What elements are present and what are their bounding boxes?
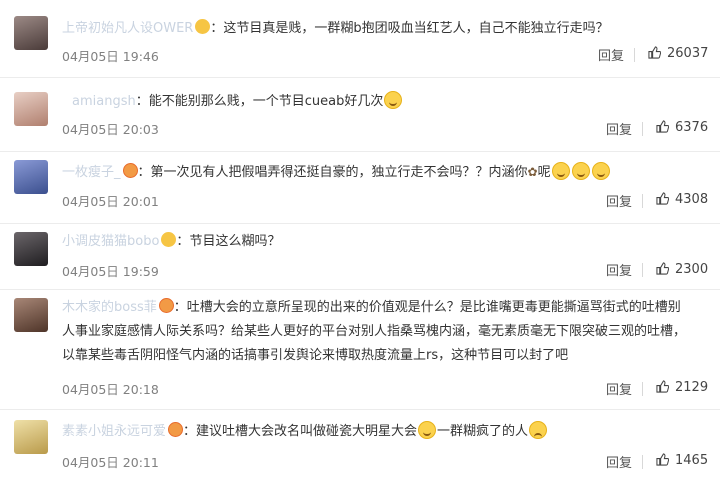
like-button[interactable]: 2300: [656, 262, 708, 277]
reply-button[interactable]: 回复: [606, 260, 632, 279]
comment-date: 04月05日 19:59: [62, 264, 159, 279]
comment-text: 建议吐槽大会改名叫做碰瓷大明星大会: [196, 424, 418, 439]
comment-date: 04月05日 20:03: [62, 122, 159, 137]
comment-body: amiangsh：能不能别那么贱，一个节目cueab好几次: [72, 90, 700, 114]
reply-button[interactable]: 回复: [606, 379, 632, 398]
comment-item: amiangsh：能不能别那么贱，一个节目cueab好几次 04月05日 20:…: [0, 78, 720, 152]
username-link[interactable]: amiangsh: [72, 94, 136, 109]
like-button[interactable]: 6376: [656, 120, 708, 135]
vip-badge-icon: [161, 232, 177, 247]
thumbs-up-icon: [656, 262, 669, 275]
like-button[interactable]: 2129: [656, 380, 708, 395]
reply-button[interactable]: 回复: [598, 45, 624, 64]
avatar[interactable]: [14, 92, 48, 126]
comment-body: 素素小姐永远可爱 ：建议吐槽大会改名叫做碰瓷大明星大会 一群糊疯了的人: [62, 420, 690, 444]
like-count: 2129: [675, 380, 709, 395]
like-button[interactable]: 4308: [656, 192, 708, 207]
comment-body: 木木家的boss菲 ：吐槽大会的立意所呈现的出来的价值观是什么？是比谁嘴更毒更能撕…: [62, 298, 687, 363]
comment-item: 素素小姐永远可爱 ：建议吐槽大会改名叫做碰瓷大明星大会 一群糊疯了的人 04月05日…: [0, 410, 720, 480]
divider: [642, 194, 643, 208]
thumbs-up-icon: [648, 46, 661, 59]
username-link[interactable]: 一枚瘦子_: [62, 165, 121, 180]
vip-badge-icon: [195, 19, 211, 34]
divider: [642, 263, 643, 277]
sad-icon: [529, 421, 548, 439]
heart-badge-icon: [122, 163, 138, 178]
avatar[interactable]: [14, 232, 48, 266]
comment-date: 04月05日 20:01: [62, 194, 159, 209]
username-link[interactable]: 小调皮猫猫bobo: [62, 234, 159, 249]
username-link[interactable]: 素素小姐永远可爱: [62, 424, 166, 439]
comment-item: 一枚瘦子_ ：第一次见有人把假唱弄得还挺自豪的，独立行走不会吗？？内涵你✿呢 04…: [0, 152, 720, 224]
reply-button[interactable]: 回复: [606, 191, 632, 210]
comment-date: 04月05日 20:18: [62, 382, 159, 397]
thumbs-up-icon: [656, 192, 669, 205]
divider: [642, 122, 643, 136]
comment-text-tail: 一群糊疯了的人: [437, 424, 529, 439]
comment-item: 上帝初始凡人设OWER ：这节目真是贱，一群糊b抱团吸血当红艺人，自己不能独立行走…: [0, 0, 720, 78]
comment-date: 04月05日 20:11: [62, 455, 159, 470]
reply-button[interactable]: 回复: [606, 119, 632, 138]
laugh-icon: [551, 162, 570, 180]
thumbs-up-icon: [656, 120, 669, 133]
divider: [634, 48, 635, 62]
comment-item: 木木家的boss菲 ：吐槽大会的立意所呈现的出来的价值观是什么？是比谁嘴更毒更能撕…: [0, 290, 720, 410]
avatar[interactable]: [14, 160, 48, 194]
like-count: 1465: [675, 453, 709, 468]
comment-text: 能不能别那么贱，一个节目cueab好几次: [148, 94, 384, 109]
laugh-icon: [571, 162, 590, 180]
thumbs-up-icon: [656, 380, 669, 393]
heart-badge-icon: [158, 298, 174, 313]
like-count: 6376: [675, 120, 709, 135]
heart-badge-icon: [168, 422, 184, 437]
reply-button[interactable]: 回复: [606, 452, 632, 471]
like-count: 26037: [667, 46, 709, 61]
comment-date: 04月05日 19:46: [62, 49, 159, 64]
like-count: 4308: [675, 192, 709, 207]
divider: [642, 382, 643, 396]
sweat-smile-icon: [384, 91, 403, 109]
grin-icon: [418, 421, 437, 439]
comment-body: 小调皮猫猫bobo ：节目这么糊吗？: [62, 232, 281, 249]
username-link[interactable]: 上帝初始凡人设OWER: [62, 21, 193, 36]
ear-of-rice-icon: ✿: [527, 165, 538, 179]
comment-text: 节目这么糊吗？: [189, 234, 281, 249]
like-button[interactable]: 26037: [648, 46, 708, 61]
like-button[interactable]: 1465: [656, 453, 708, 468]
comment-text: 这节目真是贱，一群糊b抱团吸血当红艺人，自己不能独立行走吗？: [223, 21, 609, 36]
comment-text: 第一次见有人把假唱弄得还挺自豪的，独立行走不会吗？？内涵你: [150, 165, 528, 180]
comment-item: 小调皮猫猫bobo ：节目这么糊吗？ 04月05日 19:59 回复 2300: [0, 224, 720, 290]
username-link[interactable]: 木木家的boss菲: [62, 300, 157, 315]
comment-body: 上帝初始凡人设OWER ：这节目真是贱，一群糊b抱团吸血当红艺人，自己不能独立行走…: [62, 19, 609, 36]
avatar[interactable]: [14, 16, 48, 50]
avatar[interactable]: [14, 298, 48, 332]
laugh-icon: [591, 162, 610, 180]
comment-text-tail: 呢: [537, 165, 551, 180]
divider: [642, 455, 643, 469]
like-count: 2300: [675, 262, 709, 277]
thumbs-up-icon: [656, 453, 669, 466]
comment-body: 一枚瘦子_ ：第一次见有人把假唱弄得还挺自豪的，独立行走不会吗？？内涵你✿呢: [62, 160, 690, 185]
avatar[interactable]: [14, 420, 48, 454]
